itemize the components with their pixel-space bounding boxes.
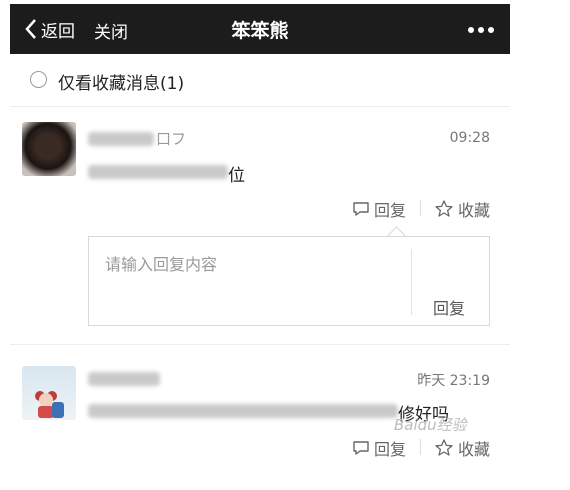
sender-name: 口フ [156, 130, 187, 148]
message-time: 09:28 [449, 130, 490, 146]
avatar[interactable] [22, 366, 76, 420]
blurred-name [88, 372, 160, 386]
blurred-text [88, 165, 228, 179]
message-text: 位 [228, 166, 245, 186]
reply-label: 回复 [374, 440, 407, 459]
blurred-text [88, 404, 398, 418]
action-divider [420, 200, 421, 216]
watermark: Baidu经验 [394, 416, 467, 434]
avatar-figure-icon [35, 391, 64, 418]
favorites-filter-label[interactable]: 仅看收藏消息(1) [58, 69, 184, 94]
chevron-left-icon [25, 19, 36, 39]
close-button[interactable]: 关闭 [94, 18, 128, 43]
dot-icon [468, 27, 474, 33]
top-bar: 返回 关闭 笨笨熊 [10, 4, 510, 54]
message-time: 昨天 23:19 [417, 373, 490, 389]
action-divider [420, 439, 421, 455]
favorite-label: 收藏 [458, 201, 491, 220]
comment-icon [353, 202, 369, 216]
reply-send-button[interactable]: 回复 [433, 295, 465, 319]
page-title: 笨笨熊 [231, 20, 289, 42]
chat-page: 返回 关闭 笨笨熊 仅看收藏消息(1) 口フ 09:28 位 回复 收藏 请输入… [10, 0, 510, 490]
reply-input[interactable] [89, 237, 411, 325]
reply-box: 回复 [88, 236, 490, 326]
dot-icon [478, 27, 484, 33]
reply-action[interactable]: 回复 [352, 436, 406, 460]
favorite-label: 收藏 [458, 440, 491, 459]
reply-action[interactable]: 回复 [352, 197, 406, 221]
more-options-button[interactable] [458, 19, 494, 41]
back-button[interactable]: 返回 [24, 16, 75, 42]
favorites-only-radio[interactable] [30, 71, 47, 88]
reply-box-divider [411, 249, 412, 315]
back-label: 返回 [41, 21, 75, 42]
star-icon [435, 200, 453, 217]
favorite-action[interactable]: 收藏 [434, 197, 490, 221]
dot-icon [488, 27, 494, 33]
reply-label: 回复 [374, 201, 407, 220]
message-divider [10, 344, 510, 345]
star-icon [435, 439, 453, 456]
avatar[interactable] [22, 122, 76, 176]
comment-icon [353, 441, 369, 455]
favorite-action[interactable]: 收藏 [434, 436, 490, 460]
favorites-filter-row: 仅看收藏消息(1) [10, 54, 510, 107]
blurred-name [88, 132, 154, 146]
